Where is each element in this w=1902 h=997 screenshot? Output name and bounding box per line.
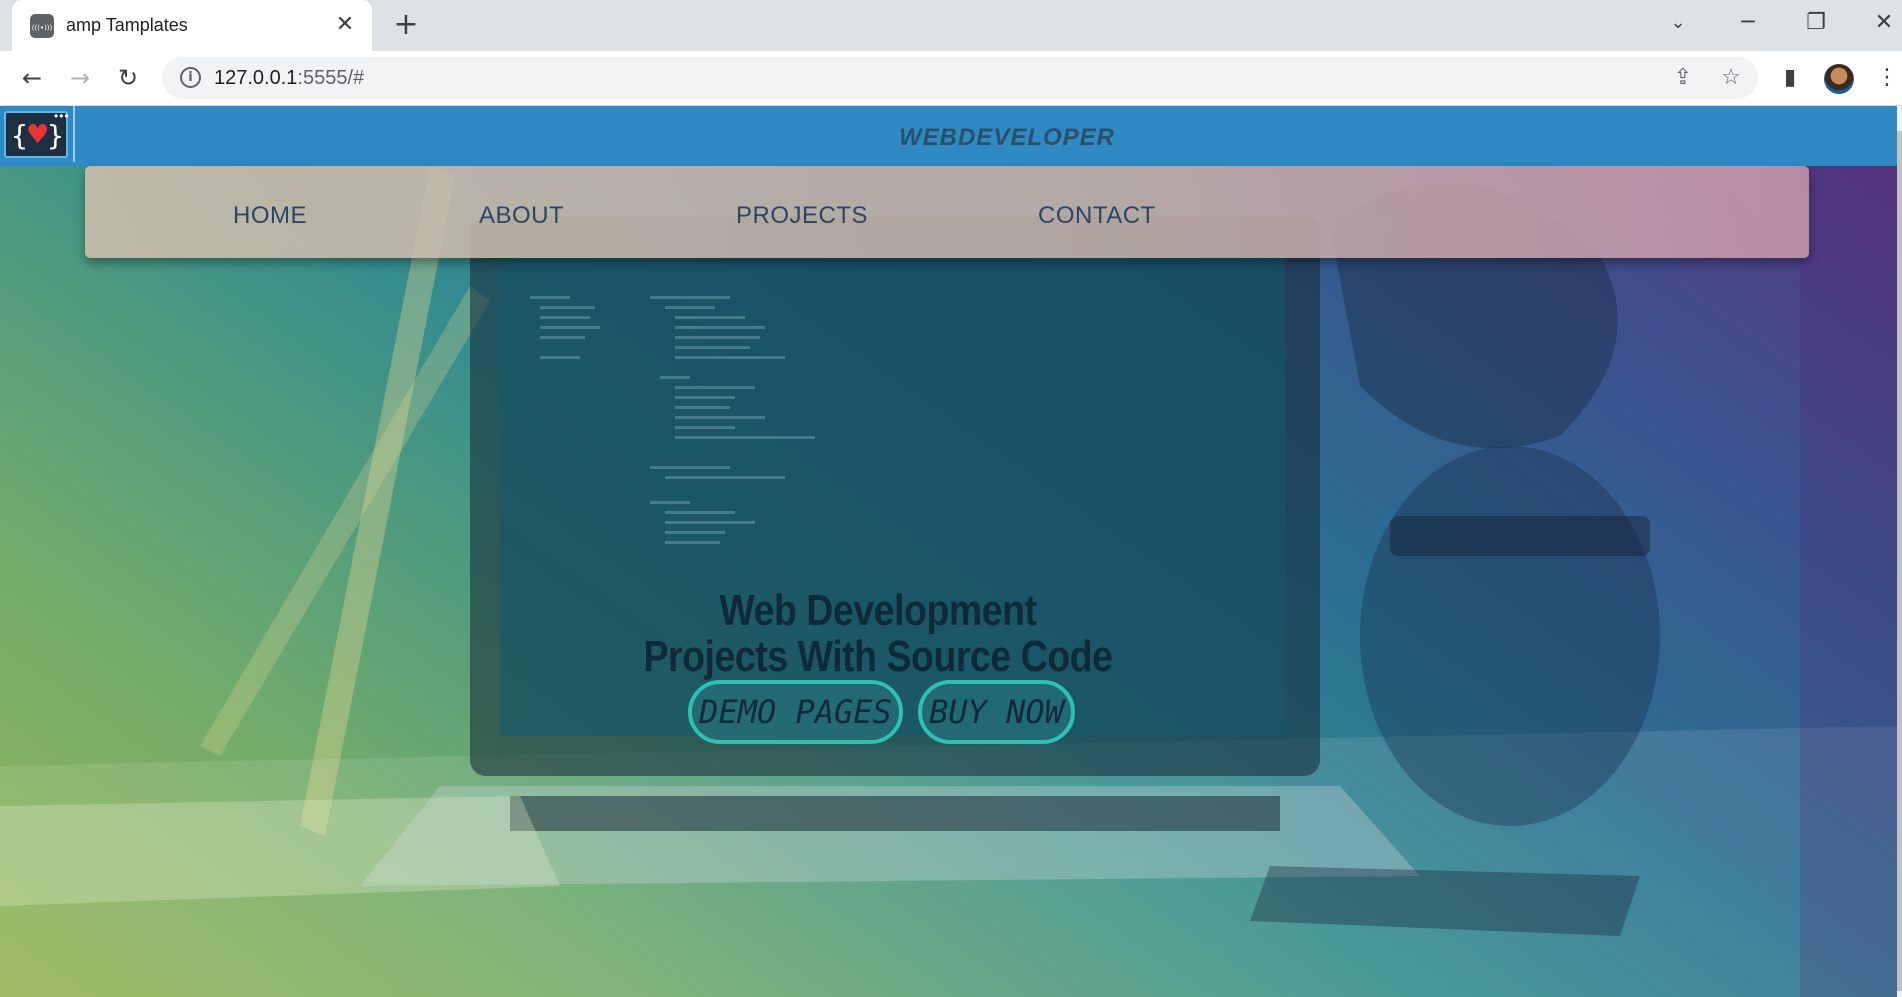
browser-tab-bar: (((•))) amp Tamplates ✕ + ⌄ ─ ❐ ✕ xyxy=(0,0,1902,51)
browser-toolbar: ← → ↻ i 127.0.0.1:5555/# ⇪ ☆ ▮ ⋮ xyxy=(0,51,1902,106)
page-scrollbar[interactable] xyxy=(1897,106,1902,997)
tab-close-icon[interactable]: ✕ xyxy=(332,12,358,38)
scrollbar-thumb[interactable] xyxy=(1897,131,1902,991)
window-close-icon[interactable]: ✕ xyxy=(1864,8,1902,38)
profile-avatar[interactable] xyxy=(1824,64,1854,94)
forward-arrow-icon[interactable]: → xyxy=(63,61,97,95)
browser-menu-icon[interactable]: ⋮ xyxy=(1872,63,1902,93)
tab-search-icon[interactable]: ⌄ xyxy=(1658,8,1698,38)
hero-heading: Web Development Projects With Source Cod… xyxy=(132,588,1625,680)
page-viewport: { ♥ } ••• WEBDEVELOPER HOME ABOUT PROJEC… xyxy=(0,106,1902,997)
nav-link-contact[interactable]: CONTACT xyxy=(1038,202,1156,230)
address-bar[interactable]: i 127.0.0.1:5555/# ⇪ ☆ xyxy=(162,57,1758,99)
tab-title: amp Tamplates xyxy=(66,15,188,35)
reload-icon[interactable]: ↻ xyxy=(111,61,145,95)
hero-heading-line-1: Web Development xyxy=(719,586,1037,635)
new-tab-button[interactable]: + xyxy=(390,10,422,42)
nav-link-about[interactable]: ABOUT xyxy=(479,202,564,230)
browser-tab[interactable]: (((•))) amp Tamplates ✕ xyxy=(12,0,372,51)
logo-dots-icon: ••• xyxy=(54,109,70,123)
side-panel-icon[interactable]: ▮ xyxy=(1775,63,1805,93)
demo-pages-button[interactable]: DEMO PAGES xyxy=(688,680,903,744)
back-arrow-icon[interactable]: ← xyxy=(15,61,49,95)
url-text[interactable]: 127.0.0.1:5555/# xyxy=(214,67,364,90)
restore-window-icon[interactable]: ❐ xyxy=(1796,8,1836,38)
hero-heading-line-2: Projects With Source Code xyxy=(643,632,1113,681)
buy-now-button[interactable]: BUY NOW xyxy=(918,680,1075,744)
site-title: WEBDEVELOPER xyxy=(898,124,1116,151)
site-header: { ♥ } ••• WEBDEVELOPER xyxy=(0,106,1897,166)
hero-section: { ♥ } ••• WEBDEVELOPER HOME ABOUT PROJEC… xyxy=(0,106,1897,997)
bookmark-star-icon[interactable]: ☆ xyxy=(1716,63,1746,93)
share-icon[interactable]: ⇪ xyxy=(1668,63,1698,93)
podcast-favicon-icon: (((•))) xyxy=(30,14,54,38)
minimize-icon[interactable]: ─ xyxy=(1728,8,1768,38)
site-info-icon[interactable]: i xyxy=(180,67,201,88)
main-navigation: HOME ABOUT PROJECTS CONTACT xyxy=(85,166,1809,258)
nav-link-home[interactable]: HOME xyxy=(233,202,307,230)
nav-link-projects[interactable]: PROJECTS xyxy=(736,202,868,230)
